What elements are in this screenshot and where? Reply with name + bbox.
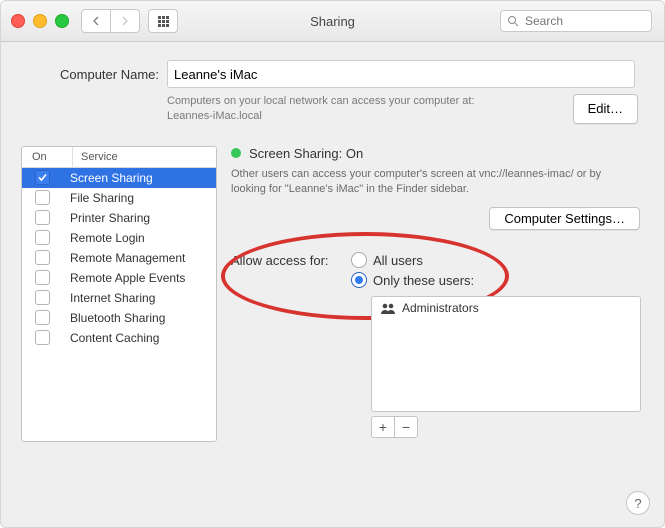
service-label: Internet Sharing: [62, 291, 155, 305]
search-field[interactable]: [500, 10, 652, 32]
status-indicator-icon: [231, 148, 241, 158]
grid-icon: [158, 16, 169, 27]
service-row[interactable]: Bluetooth Sharing: [22, 308, 216, 328]
nav-buttons: [81, 9, 140, 33]
back-button[interactable]: [81, 9, 111, 33]
service-detail-pane: Screen Sharing: On Other users can acces…: [231, 146, 644, 442]
status-title: Screen Sharing: On: [249, 146, 363, 161]
search-input[interactable]: [523, 13, 645, 29]
services-header: On Service: [22, 147, 216, 168]
user-row[interactable]: Administrators: [372, 297, 640, 319]
service-checkbox[interactable]: [35, 250, 50, 265]
radio-all-users-label: All users: [373, 253, 423, 268]
service-label: Screen Sharing: [62, 171, 153, 185]
radio-only-these-users[interactable]: Only these users:: [351, 272, 474, 288]
users-list[interactable]: Administrators: [371, 296, 641, 412]
radio-all-users-disc: [351, 252, 367, 268]
titlebar: Sharing: [1, 1, 664, 42]
edit-hostname-button[interactable]: Edit…: [573, 94, 638, 124]
radio-only-these-users-disc: [351, 272, 367, 288]
service-label: Remote Apple Events: [62, 271, 185, 285]
user-label: Administrators: [402, 301, 479, 315]
add-user-button[interactable]: +: [371, 416, 395, 438]
service-checkbox[interactable]: [35, 330, 50, 345]
radio-all-users[interactable]: All users: [351, 252, 474, 268]
users-icon: [380, 302, 396, 314]
service-checkbox[interactable]: [35, 310, 50, 325]
service-checkbox[interactable]: [35, 290, 50, 305]
header-on: On: [22, 147, 73, 167]
services-table: On Service Screen Sharing File Sharing Pri…: [21, 146, 217, 442]
zoom-window-button[interactable]: [55, 14, 69, 28]
forward-button[interactable]: [111, 9, 140, 33]
service-checkbox[interactable]: [35, 230, 50, 245]
help-button[interactable]: ?: [626, 491, 650, 515]
window-title: Sharing: [310, 14, 355, 29]
radio-only-these-users-label: Only these users:: [373, 273, 474, 288]
search-icon: [507, 15, 519, 27]
show-all-button[interactable]: [148, 9, 178, 33]
service-row[interactable]: Content Caching: [22, 328, 216, 348]
service-row[interactable]: Screen Sharing: [22, 168, 216, 188]
service-checkbox[interactable]: [35, 270, 50, 285]
service-row[interactable]: File Sharing: [22, 188, 216, 208]
computer-settings-button[interactable]: Computer Settings…: [489, 207, 640, 230]
service-row[interactable]: Remote Apple Events: [22, 268, 216, 288]
service-label: Content Caching: [62, 331, 159, 345]
computer-name-subtext: Computers on your local network can acce…: [167, 94, 475, 124]
close-window-button[interactable]: [11, 14, 25, 28]
service-checkbox[interactable]: [35, 170, 50, 185]
service-checkbox[interactable]: [35, 210, 50, 225]
allow-access-label: Allow access for:: [231, 252, 349, 268]
status-description: Other users can access your computer's s…: [231, 167, 636, 198]
service-checkbox[interactable]: [35, 190, 50, 205]
service-label: Remote Login: [62, 231, 145, 245]
service-label: Bluetooth Sharing: [62, 311, 165, 325]
service-row[interactable]: Remote Login: [22, 228, 216, 248]
remove-user-button[interactable]: −: [395, 416, 418, 438]
minimize-window-button[interactable]: [33, 14, 47, 28]
header-service: Service: [73, 147, 118, 167]
sharing-preferences-window: Sharing Computer Name: Computers on your…: [0, 0, 665, 528]
service-row[interactable]: Printer Sharing: [22, 208, 216, 228]
service-row[interactable]: Remote Management: [22, 248, 216, 268]
window-controls: [11, 14, 69, 28]
service-label: Remote Management: [62, 251, 185, 265]
service-row[interactable]: Internet Sharing: [22, 288, 216, 308]
service-label: Printer Sharing: [62, 211, 150, 225]
computer-name-input[interactable]: [167, 60, 635, 88]
computer-name-label: Computer Name:: [43, 67, 167, 82]
service-label: File Sharing: [62, 191, 134, 205]
